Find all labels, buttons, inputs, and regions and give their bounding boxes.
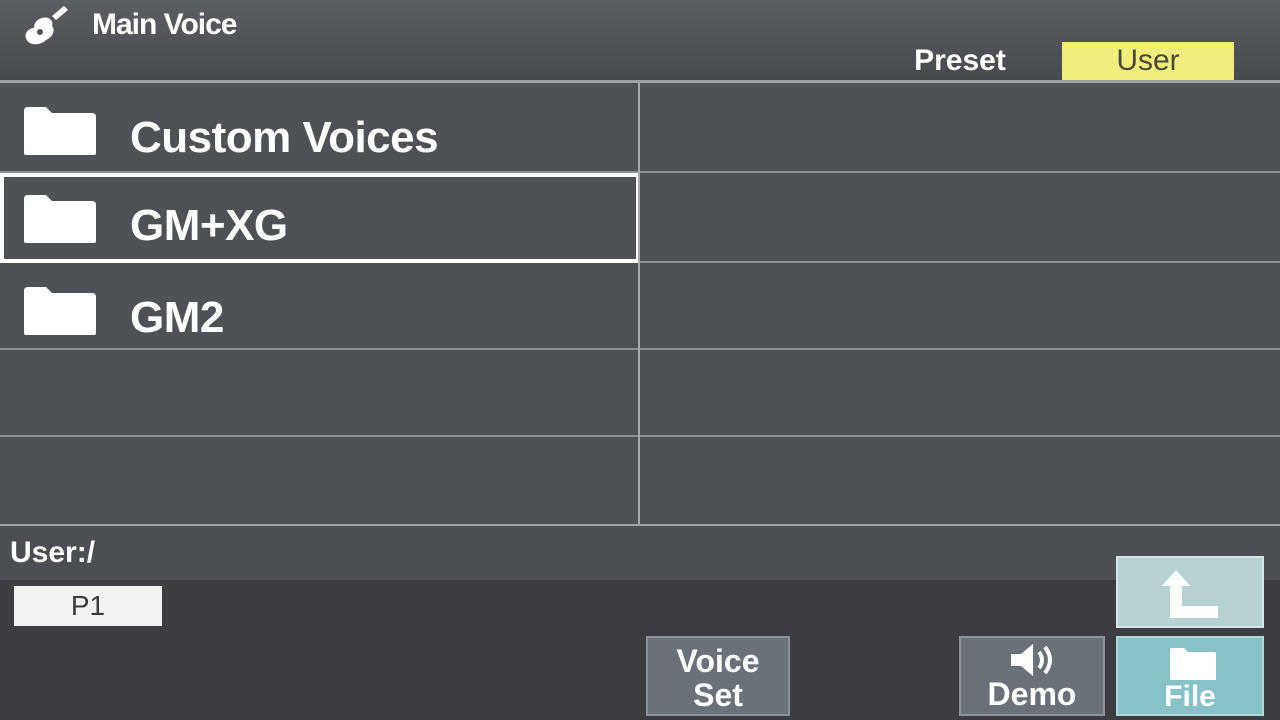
tab-preset[interactable]: Preset [874, 42, 1046, 80]
empty-slot[interactable] [640, 173, 1280, 263]
voice-set-label-line1: Voice [676, 643, 760, 679]
main-voice-screen: Main Voice Preset User Custom Voices GM+… [0, 0, 1280, 720]
folder-icon [1170, 648, 1216, 680]
voice-set-label-line2: Set [693, 677, 743, 713]
speaker-icon [1011, 644, 1052, 676]
file-button[interactable]: File [1116, 636, 1264, 716]
empty-slot[interactable] [640, 83, 1280, 173]
header-bar: Main Voice Preset User [0, 0, 1280, 83]
folder-label: GM+XG [130, 201, 288, 250]
folder-label: Custom Voices [130, 113, 439, 162]
folder-icon [24, 107, 96, 155]
empty-slot[interactable] [0, 437, 638, 524]
empty-slot[interactable] [640, 437, 1280, 524]
folder-item-gm-xg[interactable]: GM+XG [0, 173, 640, 263]
folder-icon [24, 287, 96, 335]
file-label: File [1164, 680, 1216, 713]
column-divider [638, 83, 640, 524]
folder-item-gm2[interactable]: GM2 [0, 263, 638, 350]
tab-user[interactable]: User [1062, 42, 1234, 80]
current-path: User:/ [10, 536, 96, 569]
voice-set-button[interactable]: Voice Set [646, 636, 790, 716]
demo-button[interactable]: Demo [959, 636, 1105, 716]
guitar-icon [25, 6, 68, 45]
up-arrow-icon [1162, 570, 1218, 618]
path-bar: User:/ [0, 524, 1280, 582]
folder-label: GM2 [130, 293, 224, 342]
empty-slot[interactable] [640, 263, 1280, 350]
screen-title: Main Voice [92, 8, 237, 41]
bottom-controls: P1 Voice Set Demo File [0, 556, 1280, 720]
empty-slot[interactable] [0, 350, 638, 437]
empty-slot[interactable] [640, 350, 1280, 437]
page-indicator[interactable]: P1 [14, 586, 162, 626]
folder-icon [24, 195, 96, 243]
demo-label: Demo [987, 676, 1077, 712]
up-folder-button[interactable] [1116, 556, 1264, 628]
folder-item-custom-voices[interactable]: Custom Voices [0, 83, 638, 173]
